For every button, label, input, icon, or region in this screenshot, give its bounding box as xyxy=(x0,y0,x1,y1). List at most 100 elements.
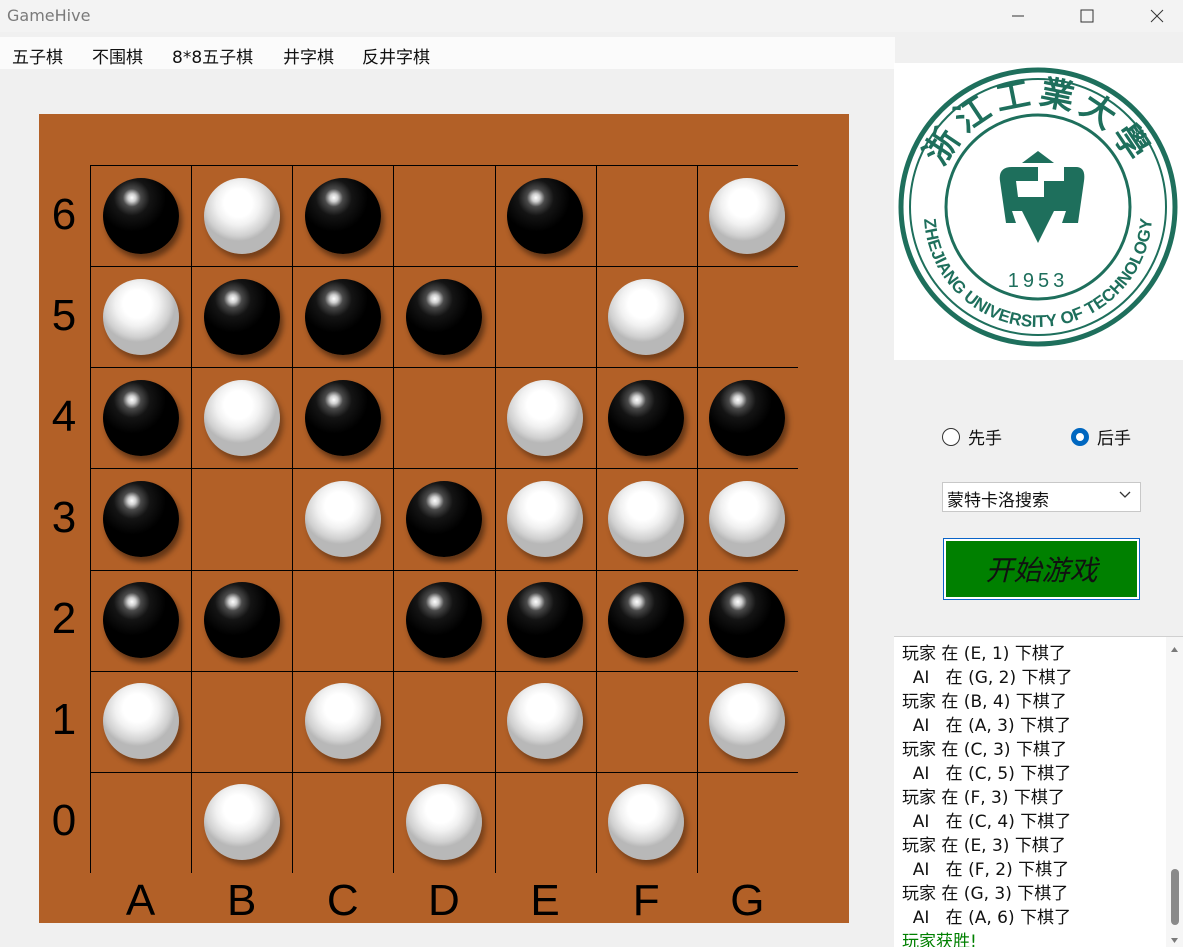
board-cell-C5[interactable] xyxy=(292,266,393,367)
menu-reverse-tictactoe[interactable]: 反井字棋 xyxy=(362,43,430,68)
board-cell-A3[interactable] xyxy=(90,468,191,569)
column-label: C xyxy=(326,876,359,925)
board-cell-G2[interactable] xyxy=(697,570,798,671)
algorithm-value: 蒙特卡洛搜索 xyxy=(947,491,1049,511)
black-stone xyxy=(608,582,685,659)
board-cell-B6[interactable] xyxy=(191,165,292,266)
maximize-button[interactable] xyxy=(1057,0,1117,32)
board-cell-B0[interactable] xyxy=(191,772,292,873)
board-cell-C1[interactable] xyxy=(292,671,393,772)
white-stone xyxy=(608,278,685,355)
board-cell-E1[interactable] xyxy=(495,671,596,772)
board-cell-E2[interactable] xyxy=(495,570,596,671)
log-entry: AI 在 (A, 6) 下棋了 xyxy=(902,908,1071,928)
board-cell-D5[interactable] xyxy=(393,266,494,367)
board-cell-A6[interactable] xyxy=(90,165,191,266)
minimize-button[interactable] xyxy=(988,0,1048,32)
board-cell-B5[interactable] xyxy=(191,266,292,367)
white-stone xyxy=(608,480,685,557)
log-entry: AI 在 (C, 5) 下棋了 xyxy=(902,764,1072,784)
scroll-up-icon[interactable] xyxy=(1166,641,1183,658)
radio-first[interactable]: 先手 xyxy=(942,424,1002,449)
log-entry: 玩家 在 (G, 3) 下棋了 xyxy=(902,884,1069,904)
board-cell-B4[interactable] xyxy=(191,367,292,468)
board-cell-D4[interactable] xyxy=(393,367,494,468)
black-stone xyxy=(507,582,584,659)
black-stone xyxy=(304,379,381,456)
log-scrollbar[interactable] xyxy=(1166,637,1183,947)
menu-nogo[interactable]: 不围棋 xyxy=(92,43,143,68)
board-cell-G6[interactable] xyxy=(697,165,798,266)
board-cell-D1[interactable] xyxy=(393,671,494,772)
board-cell-E6[interactable] xyxy=(495,165,596,266)
close-button[interactable] xyxy=(1127,0,1183,32)
board-cell-F3[interactable] xyxy=(596,468,697,569)
row-label: 3 xyxy=(51,493,77,542)
board-cell-C6[interactable] xyxy=(292,165,393,266)
scroll-down-icon[interactable] xyxy=(1166,932,1183,947)
board-cell-B1[interactable] xyxy=(191,671,292,772)
move-log: 玩家 在 (E, 1) 下棋了 AI 在 (G, 2) 下棋了 玩家 在 (B, … xyxy=(894,636,1183,947)
black-stone xyxy=(203,278,280,355)
board-cell-B3[interactable] xyxy=(191,468,292,569)
black-stone xyxy=(102,177,179,254)
board-cell-C3[interactable] xyxy=(292,468,393,569)
board-cell-G5[interactable] xyxy=(697,266,798,367)
log-entry: AI 在 (C, 4) 下棋了 xyxy=(902,812,1072,832)
radio-first-label: 先手 xyxy=(968,429,1002,449)
board-cell-F6[interactable] xyxy=(596,165,697,266)
board-cell-F4[interactable] xyxy=(596,367,697,468)
board-cell-A4[interactable] xyxy=(90,367,191,468)
board-cell-B2[interactable] xyxy=(191,570,292,671)
board-cell-C2[interactable] xyxy=(292,570,393,671)
board-cell-D6[interactable] xyxy=(393,165,494,266)
radio-second-label: 后手 xyxy=(1097,429,1131,449)
black-stone xyxy=(507,177,584,254)
column-label: G xyxy=(730,876,765,925)
board-cell-F1[interactable] xyxy=(596,671,697,772)
board-cell-G4[interactable] xyxy=(697,367,798,468)
menu-tictactoe[interactable]: 井字棋 xyxy=(283,43,334,68)
board-cell-D2[interactable] xyxy=(393,570,494,671)
board-cell-E3[interactable] xyxy=(495,468,596,569)
radio-second-indicator[interactable] xyxy=(1071,427,1089,446)
start-game-button[interactable]: 开始游戏 xyxy=(943,538,1140,600)
menu-gomoku-8x8[interactable]: 8*8五子棋 xyxy=(172,43,253,68)
black-stone xyxy=(405,582,482,659)
scroll-thumb[interactable] xyxy=(1171,869,1179,925)
board-cell-D0[interactable] xyxy=(393,772,494,873)
black-stone xyxy=(102,480,179,557)
board-cell-F0[interactable] xyxy=(596,772,697,873)
board-cell-E0[interactable] xyxy=(495,772,596,873)
white-stone xyxy=(304,480,381,557)
white-stone xyxy=(203,784,280,861)
board-cell-G3[interactable] xyxy=(697,468,798,569)
row-label: 5 xyxy=(51,290,77,340)
radio-first-indicator[interactable] xyxy=(942,427,960,446)
board-cell-F2[interactable] xyxy=(596,570,697,671)
algorithm-select[interactable]: 蒙特卡洛搜索 xyxy=(942,482,1141,512)
board-cell-G1[interactable] xyxy=(697,671,798,772)
white-stone xyxy=(709,480,786,557)
board-cell-A1[interactable] xyxy=(90,671,191,772)
board-cell-F5[interactable] xyxy=(596,266,697,367)
board-cell-E4[interactable] xyxy=(495,367,596,468)
board-cell-A0[interactable] xyxy=(90,772,191,873)
board-cell-C0[interactable] xyxy=(292,772,393,873)
column-label: E xyxy=(530,876,560,925)
log-entry: AI 在 (G, 2) 下棋了 xyxy=(902,668,1073,688)
menu-bar: 五子棋 不围棋 8*8五子棋 井字棋 反井字棋 xyxy=(0,37,895,69)
close-icon xyxy=(1150,9,1164,23)
board-cell-A2[interactable] xyxy=(90,570,191,671)
board-cell-G0[interactable] xyxy=(697,772,798,873)
chevron-down-icon xyxy=(1119,491,1131,498)
white-stone xyxy=(203,177,280,254)
board-cell-C4[interactable] xyxy=(292,367,393,468)
board-cell-E5[interactable] xyxy=(495,266,596,367)
menu-gomoku[interactable]: 五子棋 xyxy=(12,43,63,68)
radio-second[interactable]: 后手 xyxy=(1071,424,1131,449)
column-label: A xyxy=(125,876,156,925)
board-cell-A5[interactable] xyxy=(90,266,191,367)
log-entry: AI 在 (A, 3) 下棋了 xyxy=(902,716,1071,736)
board-cell-D3[interactable] xyxy=(393,468,494,569)
